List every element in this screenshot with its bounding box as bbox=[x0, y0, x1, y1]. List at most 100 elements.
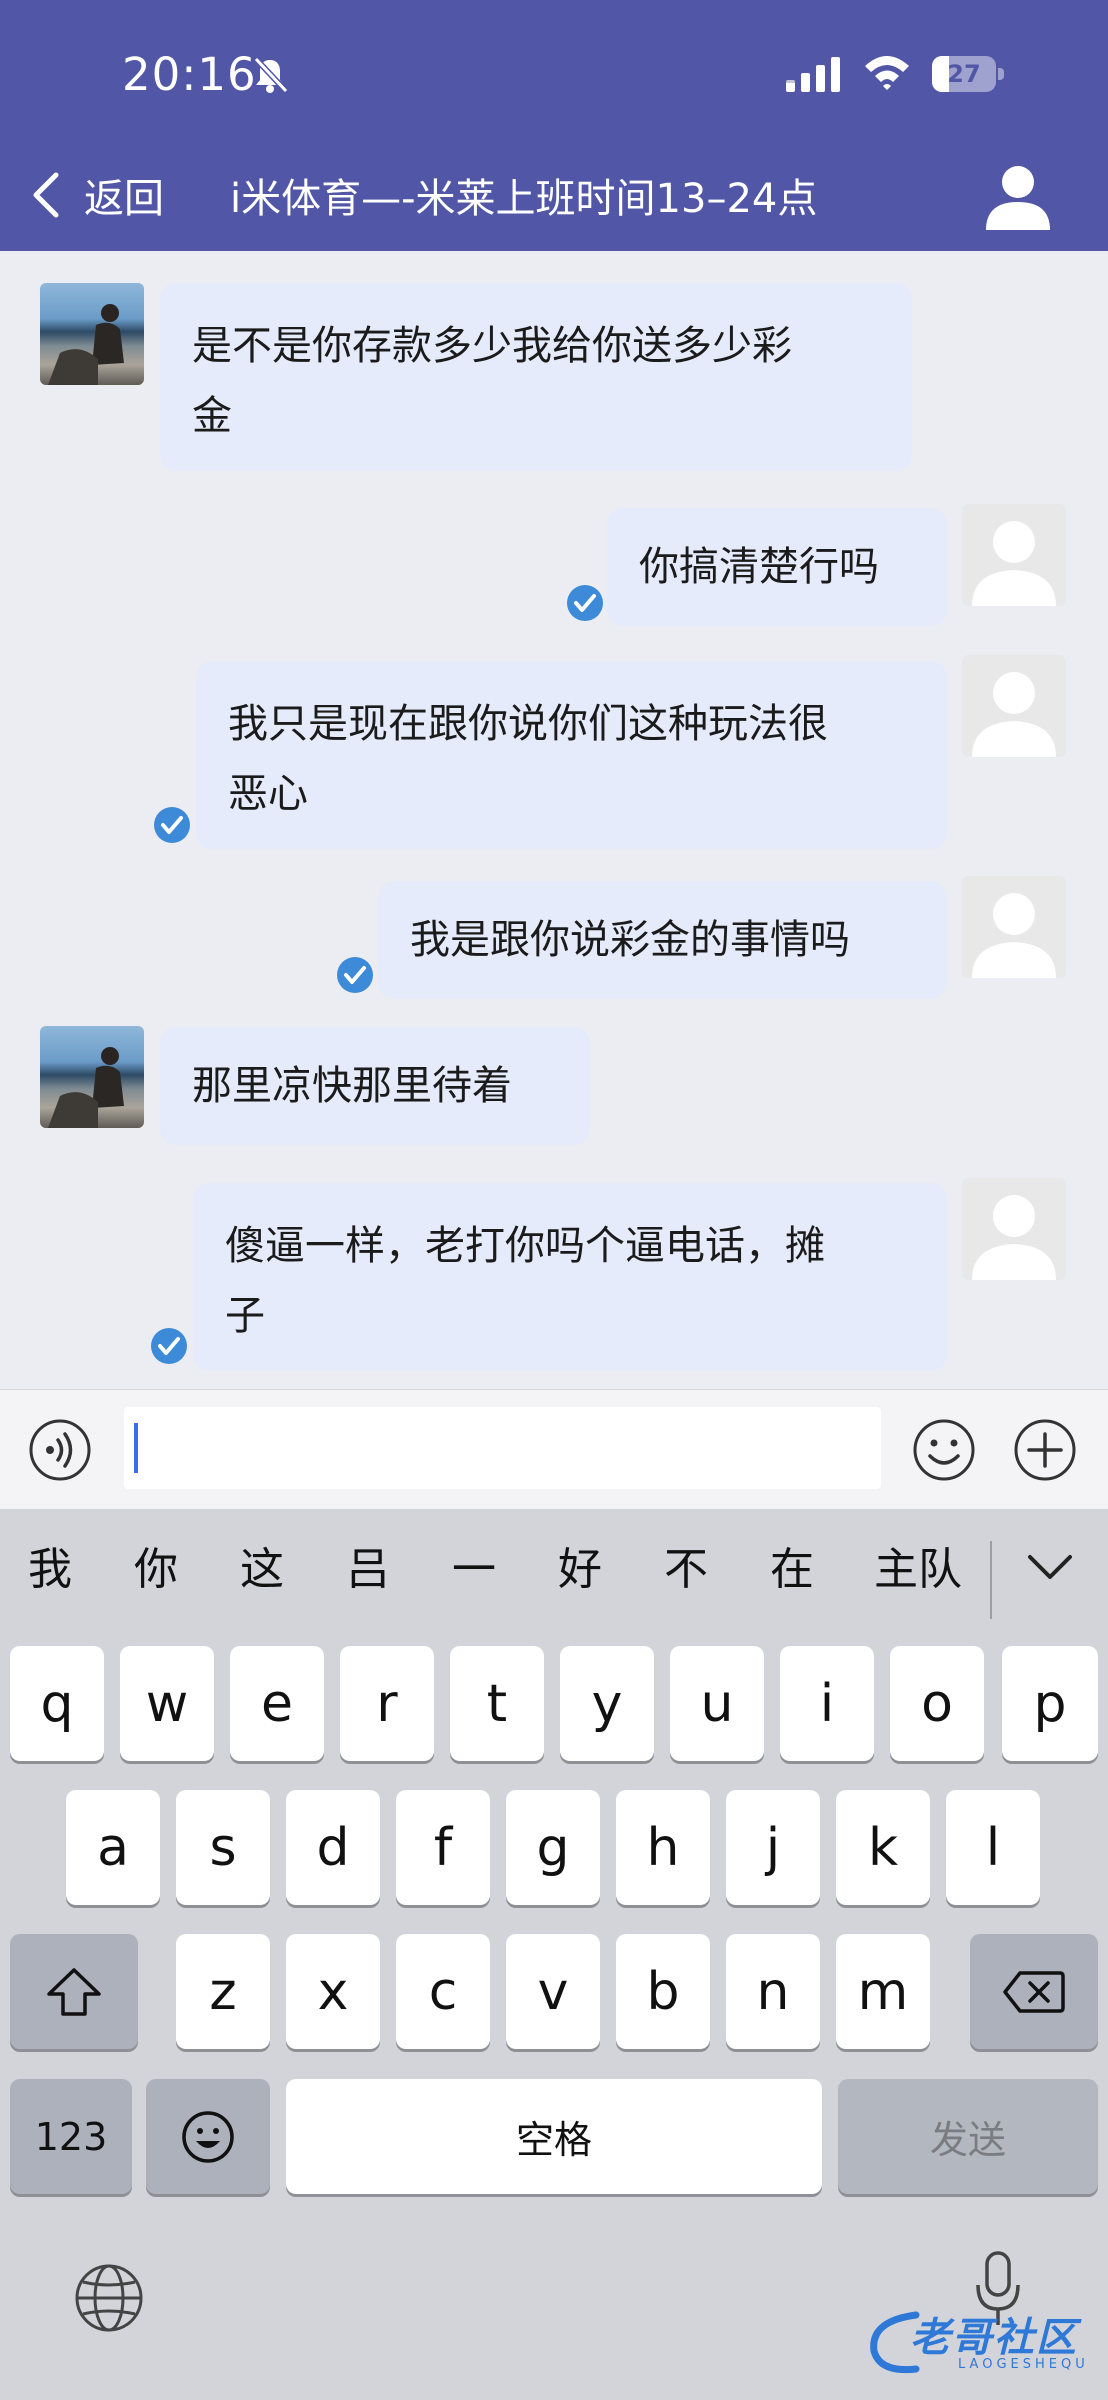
key-y[interactable]: y bbox=[560, 1646, 654, 1761]
back-label: 返回 bbox=[84, 176, 164, 222]
key-f[interactable]: f bbox=[396, 1790, 490, 1905]
wifi-icon bbox=[865, 56, 909, 90]
message-line: 傻逼一样，老打你吗个逼电话，摊 bbox=[225, 1223, 825, 1269]
candidate-word[interactable]: 这 bbox=[240, 1533, 284, 1597]
candidate-word[interactable]: 在 bbox=[770, 1533, 814, 1597]
profile-icon[interactable] bbox=[980, 158, 1056, 234]
message-line: 我是跟你说彩金的事情吗 bbox=[410, 917, 850, 963]
key-j[interactable]: j bbox=[726, 1790, 820, 1905]
shift-arrow-icon bbox=[47, 1967, 101, 2016]
chevron-down-icon[interactable] bbox=[1024, 1547, 1076, 1587]
text-caret bbox=[134, 1423, 138, 1473]
emoji-icon[interactable] bbox=[912, 1418, 976, 1482]
key-w[interactable]: w bbox=[120, 1646, 214, 1761]
key-d[interactable]: d bbox=[286, 1790, 380, 1905]
status-time: 20:16 bbox=[122, 48, 257, 101]
candidate-divider bbox=[990, 1541, 992, 1619]
key-h[interactable]: h bbox=[616, 1790, 710, 1905]
key-a[interactable]: a bbox=[66, 1790, 160, 1905]
chat-title: i米体育—-米莱上班时间13–24点 bbox=[230, 176, 818, 222]
key-k[interactable]: k bbox=[836, 1790, 930, 1905]
battery-level: 27 bbox=[947, 60, 981, 88]
default-person-icon bbox=[972, 1195, 1056, 1280]
input-bar bbox=[0, 1389, 1108, 1509]
bell-slash-icon bbox=[253, 56, 289, 94]
message-line: 是不是你存款多少我给你送多少彩 bbox=[192, 323, 792, 369]
my-avatar[interactable] bbox=[962, 504, 1066, 606]
key-n[interactable]: n bbox=[726, 1934, 820, 2049]
key-l[interactable]: l bbox=[946, 1790, 1040, 1905]
key-m[interactable]: m bbox=[836, 1934, 930, 2049]
message-bubble-4[interactable]: 那里凉快那里待着 bbox=[160, 1027, 590, 1145]
key-q[interactable]: q bbox=[10, 1646, 104, 1761]
contact-avatar[interactable] bbox=[40, 283, 144, 385]
key-p[interactable]: p bbox=[1002, 1646, 1098, 1761]
read-check-icon bbox=[567, 585, 603, 621]
key-u[interactable]: u bbox=[670, 1646, 764, 1761]
key-r[interactable]: r bbox=[340, 1646, 434, 1761]
key-e[interactable]: e bbox=[230, 1646, 324, 1761]
emoji-key[interactable] bbox=[146, 2079, 270, 2194]
candidate-word[interactable]: 好 bbox=[558, 1533, 602, 1597]
message-input[interactable] bbox=[124, 1407, 881, 1489]
contact-avatar[interactable] bbox=[40, 1026, 144, 1128]
back-button[interactable]: 返回 bbox=[28, 160, 164, 230]
key-t[interactable]: t bbox=[450, 1646, 544, 1761]
message-list[interactable]: 是不是你存款多少我给你送多少彩 金 你搞清楚行吗 我只是现在跟你说你们这种玩法很… bbox=[0, 251, 1108, 1389]
watermark-text: 老哥社区 bbox=[910, 2315, 1078, 2361]
candidate-word[interactable]: 不 bbox=[664, 1533, 708, 1597]
message-line: 子 bbox=[225, 1293, 265, 1339]
candidate-word[interactable]: 你 bbox=[134, 1533, 178, 1597]
candidate-word[interactable]: 主队 bbox=[874, 1533, 962, 1597]
backspace-icon bbox=[1003, 1970, 1065, 2013]
watermark-subtext: LAOGESHEQU bbox=[958, 2357, 1089, 2372]
send-key[interactable]: 发送 bbox=[838, 2079, 1098, 2194]
message-bubble-3[interactable]: 我是跟你说彩金的事情吗 bbox=[378, 881, 947, 999]
keyboard: 我 你 这 吕 一 好 不 在 主队 q w e r t y u i o p a… bbox=[0, 1509, 1108, 2400]
message-line: 那里凉快那里待着 bbox=[192, 1063, 512, 1109]
read-check-icon bbox=[337, 957, 373, 993]
chevron-left-icon bbox=[33, 172, 59, 218]
key-c[interactable]: c bbox=[396, 1934, 490, 2049]
default-person-icon bbox=[972, 672, 1056, 757]
shift-key[interactable] bbox=[10, 1934, 138, 2049]
person-photo-icon bbox=[48, 1047, 124, 1128]
key-g[interactable]: g bbox=[506, 1790, 600, 1905]
message-bubble-0[interactable]: 是不是你存款多少我给你送多少彩 金 bbox=[160, 283, 912, 471]
plus-icon[interactable] bbox=[1013, 1418, 1077, 1482]
default-person-icon bbox=[972, 521, 1056, 606]
key-b[interactable]: b bbox=[616, 1934, 710, 2049]
message-bubble-5[interactable]: 傻逼一样，老打你吗个逼电话，摊 子 bbox=[193, 1183, 947, 1371]
key-x[interactable]: x bbox=[286, 1934, 380, 2049]
my-avatar[interactable] bbox=[962, 876, 1066, 978]
voice-icon[interactable] bbox=[28, 1418, 92, 1482]
candidate-word[interactable]: 吕 bbox=[346, 1533, 390, 1597]
message-bubble-1[interactable]: 你搞清楚行吗 bbox=[607, 508, 947, 626]
signal-icon bbox=[786, 57, 840, 92]
key-o[interactable]: o bbox=[890, 1646, 984, 1761]
candidate-word[interactable]: 我 bbox=[28, 1533, 72, 1597]
message-line: 金 bbox=[192, 393, 232, 439]
space-key[interactable]: 空格 bbox=[286, 2079, 822, 2194]
battery-icon: 27 bbox=[932, 56, 1004, 92]
default-person-icon bbox=[972, 893, 1056, 978]
message-line: 恶心 bbox=[228, 771, 308, 817]
key-s[interactable]: s bbox=[176, 1790, 270, 1905]
key-i[interactable]: i bbox=[780, 1646, 874, 1761]
message-line: 你搞清楚行吗 bbox=[639, 544, 879, 590]
my-avatar[interactable] bbox=[962, 1178, 1066, 1280]
emoji-face-icon bbox=[182, 2110, 234, 2163]
person-photo-icon bbox=[48, 304, 124, 385]
watermark-logo: 老哥社区 LAOGESHEQU bbox=[866, 2297, 1098, 2383]
message-bubble-2[interactable]: 我只是现在跟你说你们这种玩法很 恶心 bbox=[196, 661, 947, 849]
backspace-key[interactable] bbox=[970, 1934, 1098, 2049]
key-z[interactable]: z bbox=[176, 1934, 270, 2049]
my-avatar[interactable] bbox=[962, 655, 1066, 757]
key-v[interactable]: v bbox=[506, 1934, 600, 2049]
message-line: 我只是现在跟你说你们这种玩法很 bbox=[228, 701, 828, 747]
numbers-key[interactable]: 123 bbox=[10, 2079, 132, 2194]
candidate-word[interactable]: 一 bbox=[452, 1533, 496, 1597]
read-check-icon bbox=[154, 807, 190, 843]
globe-icon[interactable] bbox=[72, 2261, 146, 2335]
read-check-icon bbox=[151, 1328, 187, 1364]
